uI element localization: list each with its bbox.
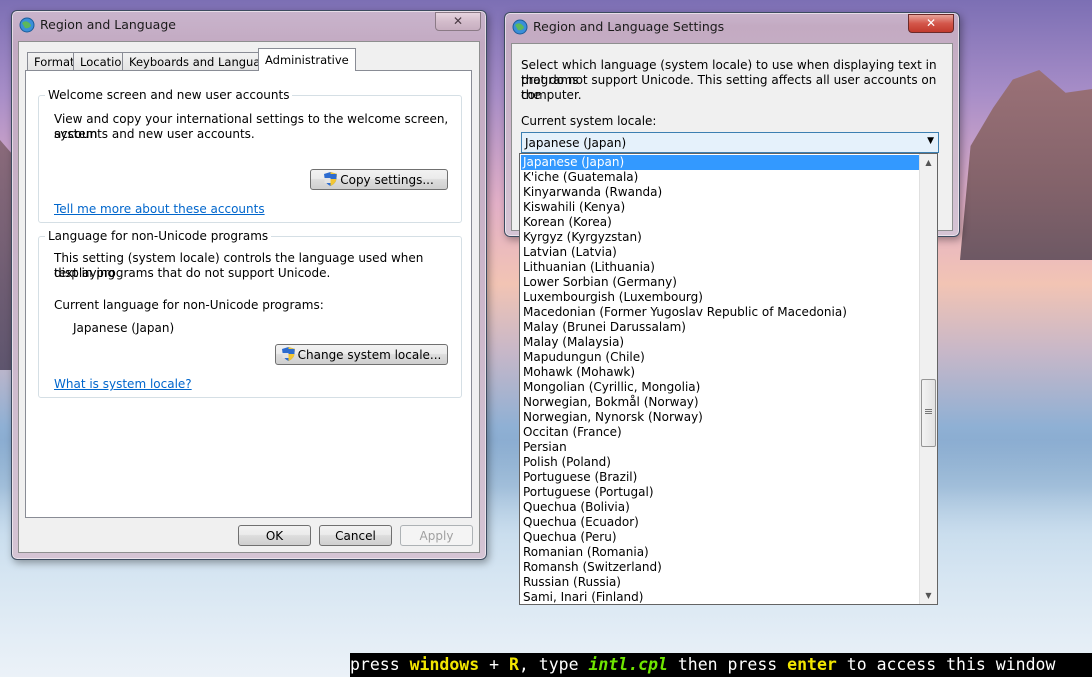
- dialog-description: computer.: [521, 88, 582, 102]
- locale-option[interactable]: Korean (Korea): [521, 215, 612, 230]
- locale-option[interactable]: Occitan (France): [521, 425, 622, 440]
- locale-option[interactable]: Malay (Malaysia): [521, 335, 624, 350]
- scrollbar-thumb[interactable]: [921, 379, 936, 447]
- locale-option[interactable]: Quechua (Ecuador): [521, 515, 639, 530]
- scroll-down-icon[interactable]: ▼: [920, 587, 937, 604]
- non-unicode-group: Language for non-Unicode programs This s…: [38, 229, 462, 398]
- group-title: Welcome screen and new user accounts: [45, 88, 293, 102]
- locale-option[interactable]: Kiswahili (Kenya): [521, 200, 625, 215]
- locale-option[interactable]: Quechua (Bolivia): [521, 500, 630, 515]
- selected-locale: Japanese (Japan): [525, 136, 627, 150]
- caption-text: press: [350, 655, 410, 674]
- group-description: text in programs that do not support Uni…: [54, 266, 331, 280]
- scroll-up-icon[interactable]: ▲: [920, 154, 937, 171]
- close-button[interactable]: ✕: [908, 14, 954, 33]
- dialog-description: that do not support Unicode. This settin…: [521, 73, 937, 102]
- globe-icon: [19, 17, 35, 33]
- group-description: accounts and new user accounts.: [54, 127, 255, 141]
- locale-option[interactable]: K'iche (Guatemala): [521, 170, 638, 185]
- current-language-label: Current language for non-Unicode program…: [54, 298, 324, 312]
- caption-command: intl.cpl: [588, 655, 668, 674]
- locale-option[interactable]: Mapudungun (Chile): [521, 350, 645, 365]
- locale-option[interactable]: Latvian (Latvia): [521, 245, 617, 260]
- titlebar[interactable]: Region and Language ✕: [12, 11, 486, 39]
- system-locale-label: Current system locale:: [521, 114, 657, 128]
- caption-text: then press: [667, 655, 788, 674]
- locale-option[interactable]: Japanese (Japan): [521, 155, 922, 170]
- locale-option[interactable]: Luxembourgish (Luxembourg): [521, 290, 703, 305]
- locale-option[interactable]: Russian (Russia): [521, 575, 621, 590]
- background-cliff-right: [960, 70, 1092, 260]
- grip-icon: [925, 411, 932, 412]
- caption-key: R: [508, 655, 519, 674]
- close-button[interactable]: ✕: [435, 12, 481, 31]
- locale-option[interactable]: Romanian (Romania): [521, 545, 649, 560]
- tell-me-more-link[interactable]: Tell me more about these accounts: [54, 202, 265, 216]
- caption-text: , type: [518, 655, 589, 674]
- locale-option[interactable]: Mongolian (Cyrillic, Mongolia): [521, 380, 700, 395]
- grip-icon: [925, 409, 932, 410]
- instruction-caption: press windows + R, type intl.cpl then pr…: [350, 653, 1092, 677]
- welcome-screen-group: Welcome screen and new user accounts Vie…: [38, 88, 462, 223]
- caption-key: enter: [787, 655, 837, 674]
- locale-option[interactable]: Kyrgyz (Kyrgyzstan): [521, 230, 642, 245]
- locale-option[interactable]: Portuguese (Portugal): [521, 485, 654, 500]
- region-language-window[interactable]: Region and Language ✕ Formats Location K…: [11, 10, 487, 560]
- group-title: Language for non-Unicode programs: [45, 229, 272, 243]
- locale-option[interactable]: Malay (Brunei Darussalam): [521, 320, 686, 335]
- ok-button[interactable]: OK: [238, 525, 311, 546]
- locale-option[interactable]: Quechua (Peru): [521, 530, 617, 545]
- locale-option[interactable]: Portuguese (Brazil): [521, 470, 637, 485]
- change-system-locale-label: Change system locale...: [297, 348, 442, 362]
- locale-option[interactable]: Mohawk (Mohawk): [521, 365, 635, 380]
- copy-settings-button[interactable]: Copy settings...: [310, 169, 448, 190]
- chevron-down-icon[interactable]: ▼: [927, 136, 934, 146]
- uac-shield-icon: [281, 347, 295, 361]
- locale-option[interactable]: Norwegian, Bokmål (Norway): [521, 395, 699, 410]
- scrollbar[interactable]: ▲ ▼: [919, 154, 937, 604]
- locale-dropdown-list[interactable]: Japanese (Japan) K'iche (Guatemala) Kinyar…: [519, 153, 938, 605]
- dialog-body: Formats Location Keyboards and Languages…: [18, 41, 480, 553]
- current-language-value: Japanese (Japan): [73, 321, 175, 335]
- locale-option[interactable]: Romansh (Switzerland): [521, 560, 662, 575]
- caption-key: windows: [409, 655, 480, 674]
- locale-option[interactable]: Persian: [521, 440, 567, 455]
- locale-option[interactable]: Lithuanian (Lithuania): [521, 260, 655, 275]
- cancel-button[interactable]: Cancel: [319, 525, 392, 546]
- copy-settings-label: Copy settings...: [340, 173, 434, 187]
- locale-option[interactable]: Polish (Poland): [521, 455, 611, 470]
- grip-icon: [925, 413, 932, 414]
- locale-option[interactable]: Norwegian, Nynorsk (Norway): [521, 410, 703, 425]
- system-locale-dropdown[interactable]: Japanese (Japan) ▼: [521, 132, 939, 153]
- locale-option[interactable]: Kinyarwanda (Rwanda): [521, 185, 662, 200]
- uac-shield-icon: [324, 172, 338, 186]
- titlebar[interactable]: Region and Language Settings ✕: [505, 13, 959, 41]
- tab-administrative[interactable]: Administrative: [258, 48, 356, 71]
- apply-button[interactable]: Apply: [400, 525, 473, 546]
- caption-text: to access this window: [836, 655, 1056, 674]
- what-is-system-locale-link[interactable]: What is system locale?: [54, 377, 192, 391]
- locale-option[interactable]: Macedonian (Former Yugoslav Republic of …: [521, 305, 847, 320]
- tab-panel-administrative: Welcome screen and new user accounts Vie…: [25, 70, 472, 518]
- caption-text: +: [479, 655, 509, 674]
- window-title: Region and Language Settings: [533, 19, 725, 34]
- locale-option[interactable]: Sami, Inari (Finland): [521, 590, 643, 604]
- change-system-locale-button[interactable]: Change system locale...: [275, 344, 448, 365]
- window-title: Region and Language: [40, 17, 176, 32]
- locale-option[interactable]: Lower Sorbian (Germany): [521, 275, 677, 290]
- globe-icon: [512, 19, 528, 35]
